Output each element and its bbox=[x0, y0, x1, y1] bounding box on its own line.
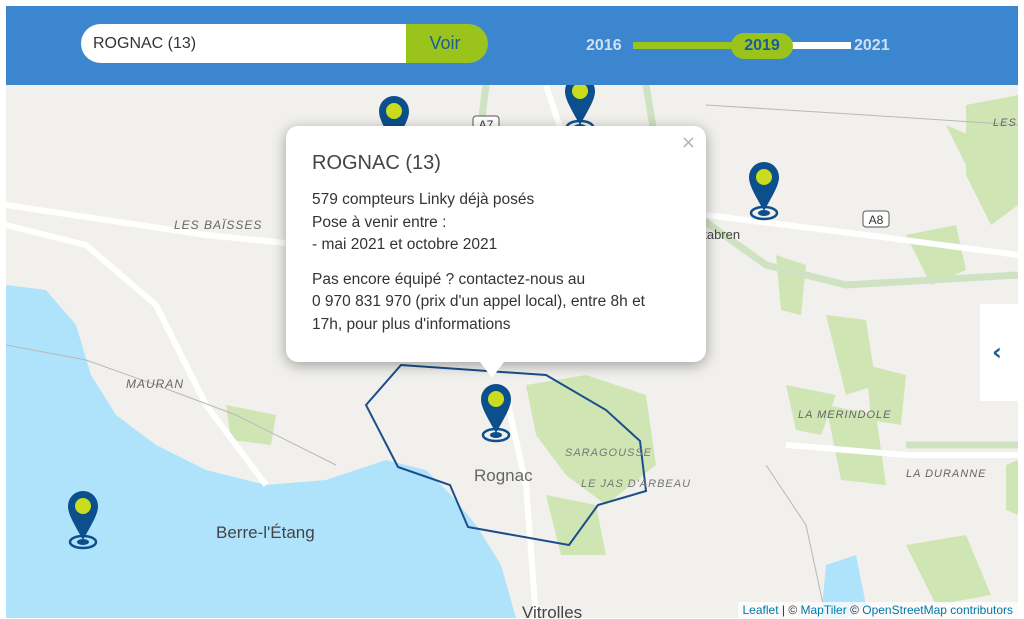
label-vitrolles: Vitrolles bbox=[522, 603, 582, 618]
map-attribution: Leaflet | © MapTiler © OpenStreetMap con… bbox=[737, 602, 1018, 618]
label-la-duranne: LA DURANNE bbox=[906, 468, 987, 480]
a8-shield: A8 bbox=[862, 210, 890, 228]
label-berre: Berre-l'Étang bbox=[216, 523, 315, 542]
label-les-baisses: LES BAÏSSES bbox=[174, 218, 262, 232]
label-jas-darbeau: LE JAS D'ARBEAU bbox=[581, 478, 691, 490]
info-popup: × ROGNAC (13) 579 compteurs Linky déjà p… bbox=[286, 126, 706, 378]
popup-contact-line: Pas encore équipé ? contactez-nous au bbox=[312, 270, 586, 288]
label-rognac: Rognac bbox=[474, 466, 533, 485]
label-les: LES bbox=[993, 117, 1017, 129]
popup-tip bbox=[477, 358, 507, 378]
timeline-track-filled[interactable] bbox=[633, 42, 747, 49]
label-mauran: MAURAN bbox=[126, 377, 184, 391]
header-bar: Voir 2016 2019 2021 bbox=[6, 6, 1018, 85]
leaflet-link[interactable]: Leaflet bbox=[743, 603, 779, 617]
timeline-end-year[interactable]: 2021 bbox=[854, 37, 890, 55]
popup-installed-count: 579 compteurs Linky déjà posés bbox=[312, 191, 535, 208]
timeline-track-empty[interactable] bbox=[787, 42, 851, 49]
attribution-separator: © bbox=[846, 603, 863, 617]
popup-title: ROGNAC (13) bbox=[312, 152, 441, 174]
map-marker[interactable] bbox=[749, 162, 779, 221]
timeline-start-year[interactable]: 2016 bbox=[586, 37, 622, 55]
search-input[interactable] bbox=[81, 24, 411, 63]
popup-upcoming-dates: - mai 2021 et octobre 2021 bbox=[312, 236, 498, 253]
popup-contact-line: 17h, pour plus d'informations bbox=[312, 315, 511, 333]
osm-link[interactable]: OpenStreetMap contributors bbox=[862, 603, 1013, 617]
label-saragousse: SARAGOUSSE bbox=[565, 447, 652, 459]
map-marker-selected[interactable] bbox=[481, 384, 511, 443]
app-frame: Voir 2016 2019 2021 bbox=[6, 6, 1018, 618]
popup-contact-line: 0 970 831 970 (prix d'un appel local), e… bbox=[312, 293, 645, 310]
popup-close-button[interactable]: × bbox=[681, 132, 696, 153]
map-marker[interactable] bbox=[68, 491, 98, 550]
chevron-left-icon: ‹ bbox=[992, 338, 1002, 366]
voir-button[interactable]: Voir bbox=[406, 24, 488, 63]
maptiler-link[interactable]: MapTiler bbox=[801, 603, 847, 617]
label-la-merindole: LA MERINDOLE bbox=[798, 409, 892, 421]
side-panel-toggle[interactable]: ‹ bbox=[980, 304, 1018, 401]
popup-upcoming-label: Pose à venir entre : bbox=[312, 213, 447, 231]
svg-text:A8: A8 bbox=[869, 213, 884, 227]
attribution-separator: | © bbox=[778, 603, 801, 617]
timeline-handle[interactable]: 2019 bbox=[731, 33, 793, 59]
